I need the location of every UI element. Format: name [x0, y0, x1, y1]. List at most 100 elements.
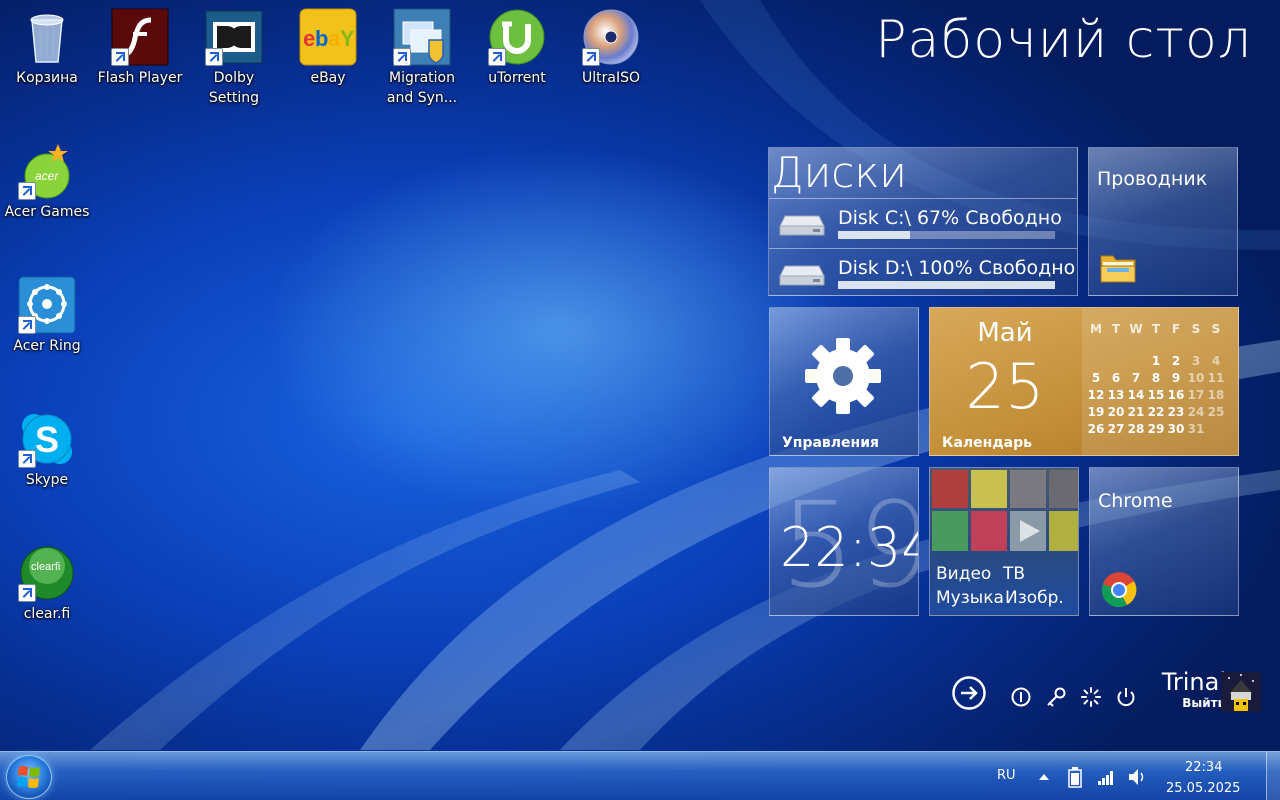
calendar-date: 16	[1167, 387, 1185, 402]
desktop-icon-label: eBay	[310, 70, 346, 86]
calendar-label: Календарь	[942, 435, 1032, 451]
desktop-icon-label: clear.fi	[23, 606, 71, 622]
folder-icon	[1100, 255, 1136, 283]
calendar-date: 12	[1087, 387, 1105, 402]
start-button[interactable]	[6, 755, 52, 799]
calendar-date: 13	[1107, 387, 1125, 402]
taskbar-clock-time[interactable]: 22:34	[1185, 760, 1222, 775]
shortcut-arrow-icon	[205, 48, 223, 66]
language-indicator[interactable]: RU	[997, 768, 1016, 783]
shortcut-arrow-icon	[18, 450, 36, 468]
chevron-up-icon[interactable]	[1038, 772, 1050, 782]
control-panel-label: Управления	[782, 435, 880, 451]
weekday: F	[1171, 322, 1181, 336]
calendar-date: 9	[1171, 370, 1181, 385]
sleep-icon[interactable]	[1080, 686, 1102, 708]
shortcut-arrow-icon	[111, 48, 129, 66]
calendar-date: 8	[1151, 370, 1161, 385]
desktop-icon-utorrent[interactable]: uTorrent	[471, 8, 563, 88]
desktop-icon-acer-ring[interactable]: Acer Ring	[1, 276, 93, 356]
weekday: S	[1191, 322, 1201, 336]
calendar-date: 28	[1127, 421, 1145, 436]
desktop-icon-clearfi[interactable]: clearfi clear.fi	[1, 544, 93, 624]
desktop-icon-ultraiso[interactable]: UltraISO	[565, 8, 657, 88]
avatar[interactable]	[1221, 672, 1261, 712]
calendar-date: 26	[1087, 421, 1105, 436]
calendar-date: 11	[1207, 370, 1225, 385]
desktop-icon-dolby-setting[interactable]: Dolby Setting	[188, 8, 280, 108]
explorer-label: Проводник	[1097, 168, 1208, 190]
desktop-icon-skype[interactable]: S Skype	[1, 410, 93, 490]
chrome-label: Chrome	[1098, 490, 1173, 512]
acer-ring-icon	[18, 276, 76, 334]
disc-icon	[582, 8, 640, 66]
calendar-date: 17	[1187, 387, 1205, 402]
disk-c-usage-bar	[838, 231, 1055, 239]
desktop-icon-label: Skype	[25, 472, 69, 488]
key-icon[interactable]	[1045, 686, 1067, 708]
media-pictures-label[interactable]: Изобр.	[1005, 588, 1064, 608]
desktop-icon-ebay[interactable]: e b a Y eBay	[282, 8, 374, 88]
desktop-icon-label: Migration and Syn...	[386, 70, 458, 106]
desktop-icon-label: Acer Games	[4, 204, 90, 220]
ebay-icon: e b a Y	[299, 8, 357, 66]
shortcut-arrow-icon	[582, 48, 600, 66]
calendar-date: 27	[1107, 421, 1125, 436]
desktop-icon-recycle-bin[interactable]: Корзина	[1, 8, 93, 88]
calendar-date: 2	[1171, 353, 1181, 368]
clock-time: 22:34	[780, 516, 918, 579]
calendar-day: 25	[965, 350, 1045, 423]
weekday: M	[1090, 322, 1102, 336]
svg-text:S: S	[35, 419, 59, 460]
calendar-week-row: 12 13 14 15 16 17 18	[1086, 386, 1226, 403]
disk-row-d[interactable]: Disk D:\ 100% Свободно	[769, 248, 1077, 295]
explorer-tile[interactable]: Проводник	[1088, 147, 1238, 296]
media-video-label[interactable]: Видео	[936, 564, 991, 584]
battery-icon[interactable]	[1068, 766, 1082, 788]
desktop-icon-migration[interactable]: Migration and Syn...	[376, 8, 468, 108]
calendar-date: 14	[1127, 387, 1145, 402]
flash-player-icon	[111, 8, 169, 66]
calendar-month: Май	[977, 318, 1033, 348]
calendar-date: 22	[1147, 404, 1165, 419]
disks-tile[interactable]: Диски Disk C:\ 67% Свободно Disk D:\ 100…	[768, 147, 1078, 296]
shortcut-arrow-icon	[18, 182, 36, 200]
svg-text:Y: Y	[340, 26, 355, 51]
clock-tile[interactable]: 59 22:34	[769, 467, 919, 616]
volume-icon[interactable]	[1127, 767, 1147, 787]
media-music-label[interactable]: Музыка	[936, 588, 1004, 608]
show-desktop-button[interactable]	[1266, 752, 1280, 800]
media-tile[interactable]: Видео ТВ Музыка Изобр.	[929, 467, 1079, 616]
svg-text:e: e	[303, 26, 315, 51]
chrome-tile[interactable]: Chrome	[1089, 467, 1239, 616]
desktop-icon-label: Acer Ring	[13, 338, 81, 354]
next-arrow-icon[interactable]	[951, 675, 987, 711]
calendar-date	[1206, 420, 1226, 437]
acer-games-icon: acer	[18, 142, 76, 200]
calendar-date: 31	[1187, 421, 1205, 436]
weekday: S	[1211, 322, 1221, 336]
hard-drive-icon	[779, 265, 825, 286]
desktop-icon-label: UltraISO	[582, 70, 640, 86]
weekday: T	[1151, 322, 1161, 336]
signal-icon[interactable]	[1097, 768, 1115, 786]
control-panel-tile[interactable]: Управления	[769, 307, 919, 456]
shortcut-arrow-icon	[18, 584, 36, 602]
media-tv-label[interactable]: ТВ	[1003, 564, 1025, 584]
disk-row-c[interactable]: Disk C:\ 67% Свободно	[769, 198, 1077, 246]
clearfi-icon: clearfi	[18, 544, 76, 602]
disk-d-usage-fill	[838, 281, 1055, 289]
user-name: Trinal	[1161, 668, 1226, 696]
calendar-tile[interactable]: Май 25 Календарь M T W T F S S 1 2 3 4 5…	[929, 307, 1239, 456]
calendar-table: M T W T F S S 1 2 3 4 5 6 7 8 9 10 11 12…	[1086, 322, 1226, 437]
taskbar-clock-date[interactable]: 25.05.2025	[1166, 781, 1240, 796]
desktop-icon-acer-games[interactable]: acer Acer Games	[1, 142, 93, 222]
lock-icon[interactable]	[1010, 686, 1032, 708]
logout-link[interactable]: Выйти	[1182, 696, 1226, 710]
desktop-icon-flash-player[interactable]: Flash Player	[94, 8, 186, 88]
disk-d-text: Disk D:\ 100% Свободно	[838, 257, 1076, 279]
power-icon[interactable]	[1115, 686, 1137, 708]
weekday: W	[1129, 322, 1143, 336]
svg-text:acer: acer	[35, 169, 59, 183]
dolby-icon	[205, 8, 263, 66]
